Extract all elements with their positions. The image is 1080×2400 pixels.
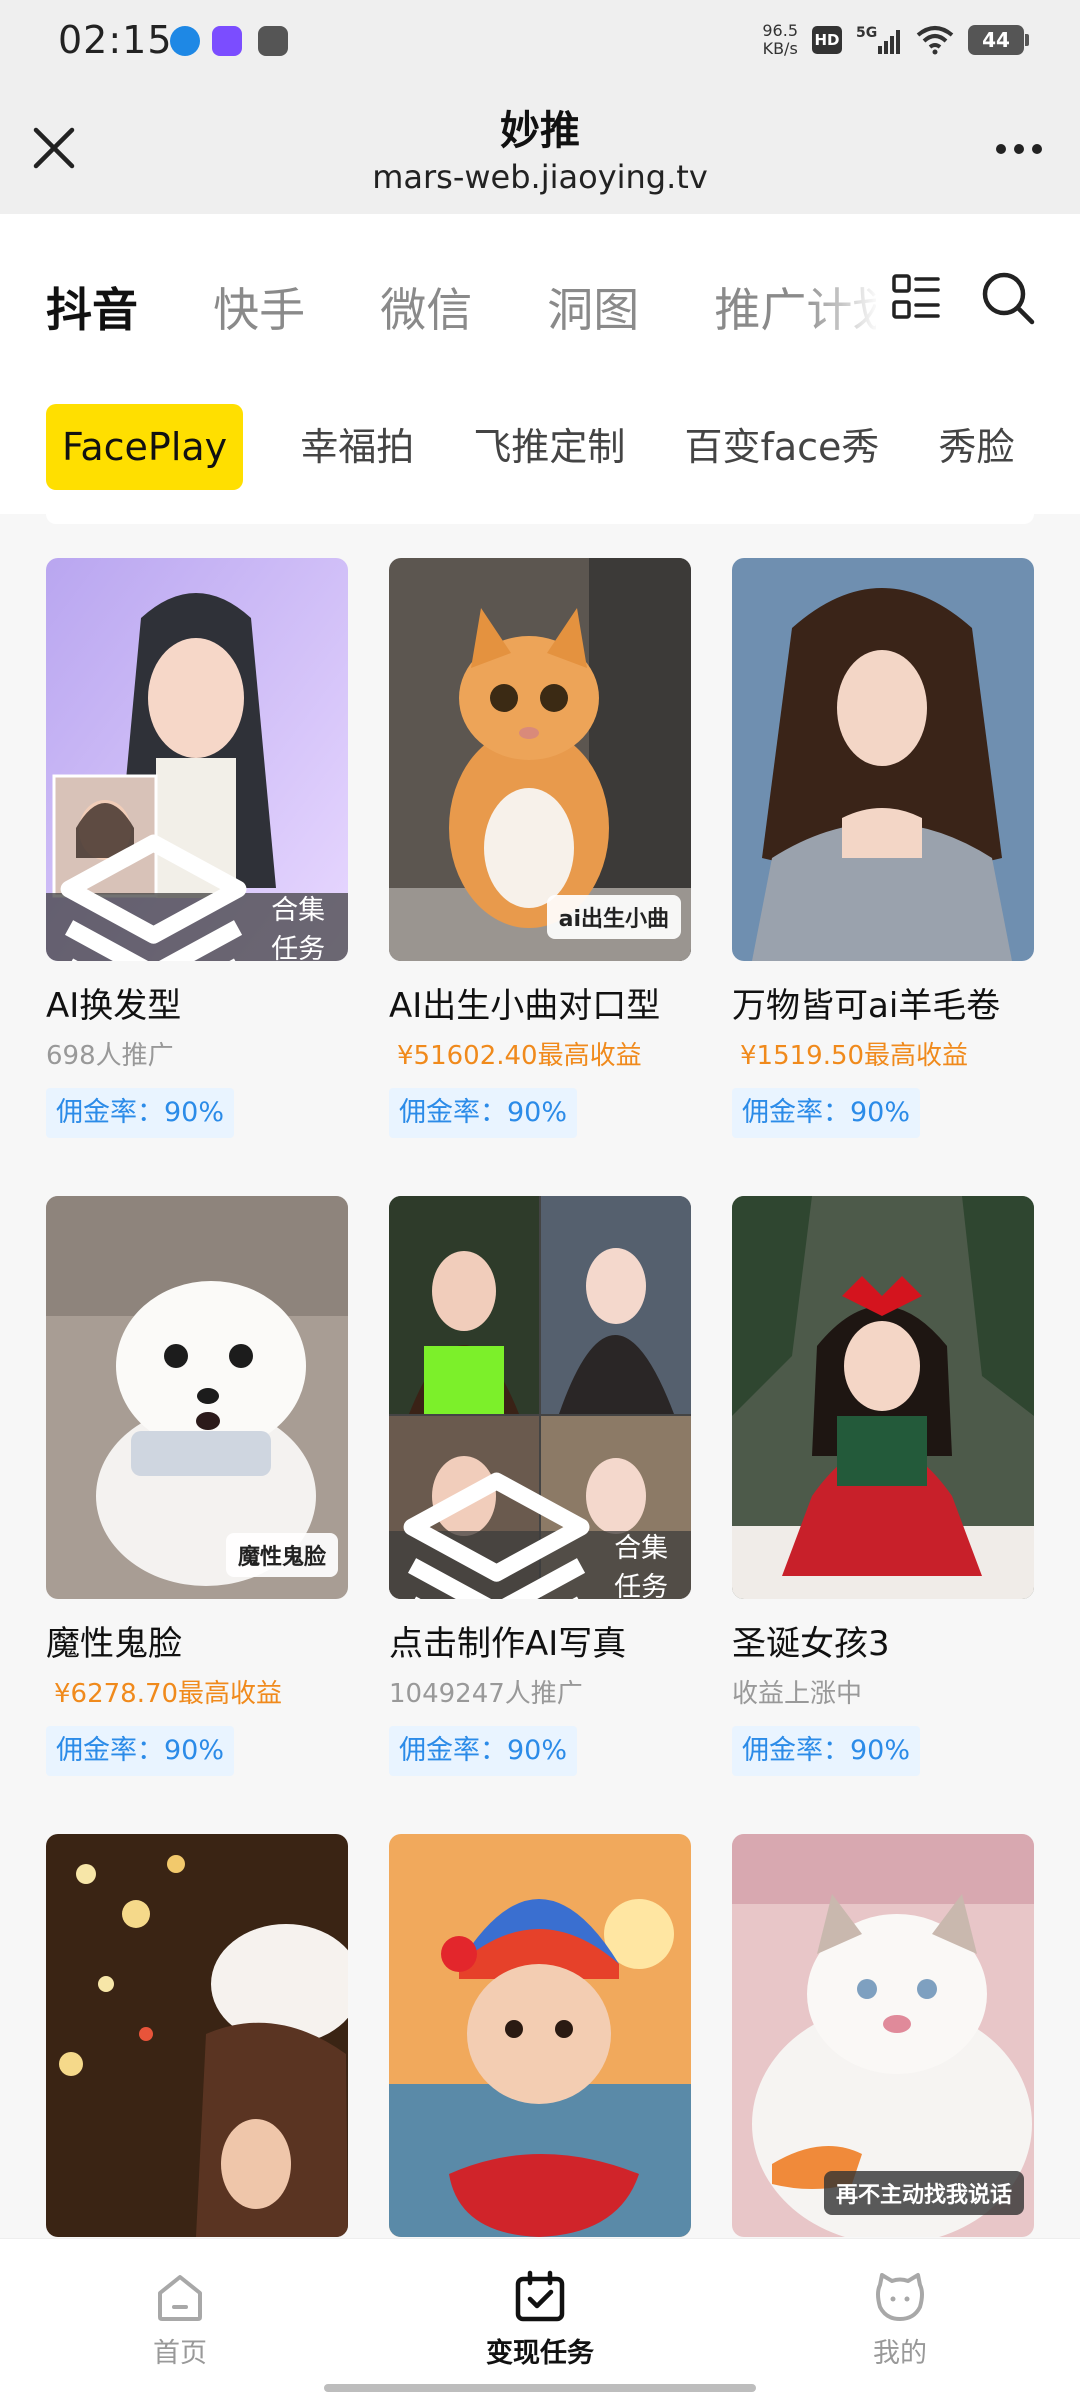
card-image: 再不主动找我说话 xyxy=(732,1834,1034,2237)
card-max-earning: ¥51602.40最高收益 xyxy=(397,1041,642,1071)
tab-dongtu[interactable]: 洞图 xyxy=(547,274,639,340)
tab-douyin[interactable]: 抖音 xyxy=(46,274,138,340)
search-icon[interactable] xyxy=(978,268,1038,328)
collection-label: 合集任务 xyxy=(271,895,326,961)
layers-icon xyxy=(403,1472,590,1599)
card-promoters: 698人推广 xyxy=(46,1041,174,1071)
card-title: AI换发型 xyxy=(46,986,182,1026)
card-status: 收益上涨中 xyxy=(732,1679,863,1709)
net-speed-unit: KB/s xyxy=(762,39,798,58)
home-icon xyxy=(158,2275,202,2321)
task-card[interactable]: ai出生小曲 AI出生小曲对口型 ¥51602.40最高收益 佣金率：90% xyxy=(389,558,691,1196)
platform-tabs: 抖音 快手 微信 洞图 推广计划 xyxy=(46,274,876,354)
chip-baibian-face[interactable]: 百变face秀 xyxy=(667,404,898,490)
status-bar: 02:15 96.5 KB/s HD 5G 44 xyxy=(0,0,1080,84)
commission-rate-tag: 佣金率：90% xyxy=(46,1726,235,1776)
commission-rate-tag: 佣金率：90% xyxy=(389,1726,578,1776)
task-card[interactable]: 再不主动找我说话 xyxy=(732,1834,1034,2238)
status-right: 96.5 KB/s HD 5G 44 xyxy=(762,22,1029,58)
nav-tasks-label: 变现任务 xyxy=(486,2338,594,2369)
card-title: 万物皆可ai羊毛卷 xyxy=(732,986,1001,1026)
card-image-badge: ai出生小曲 xyxy=(546,895,681,939)
task-card[interactable]: 万物皆可ai羊毛卷 ¥1519.50最高收益 佣金率：90% xyxy=(732,558,1034,1196)
commission-rate-tag: 佣金率：90% xyxy=(732,1726,921,1776)
commission-rate-tag: 佣金率：90% xyxy=(732,1088,921,1138)
battery-icon: 44 xyxy=(968,25,1029,55)
grid-top-edge xyxy=(46,514,1034,524)
chip-xiulian[interactable]: 秀脸 xyxy=(921,404,1033,490)
card-image: 合集任务 xyxy=(46,558,348,961)
task-grid-scroll[interactable]: 合集任务 AI换发型 698人推广 佣金率：90% ai出生小曲 AI出生小曲对… xyxy=(0,514,1080,2238)
task-card[interactable] xyxy=(389,1834,691,2238)
chip-xingfupai[interactable]: 幸福拍 xyxy=(282,404,432,490)
task-card[interactable]: 圣诞女孩3 收益上涨中 佣金率：90% xyxy=(732,1196,1034,1834)
calendar-check-icon xyxy=(515,2270,565,2322)
card-image xyxy=(732,1196,1034,1599)
nav-mine-label: 我的 xyxy=(873,2338,927,2369)
more-icon[interactable] xyxy=(984,124,1054,174)
card-title: AI出生小曲对口型 xyxy=(389,986,661,1026)
wifi-icon xyxy=(916,26,954,55)
collection-bar: 合集任务 xyxy=(389,1472,691,1599)
tab-fade xyxy=(800,254,880,354)
task-grid: 合集任务 AI换发型 698人推广 佣金率：90% ai出生小曲 AI出生小曲对… xyxy=(46,558,1036,2238)
signal-icon: 5G xyxy=(856,25,900,54)
tab-kuaishou[interactable]: 快手 xyxy=(213,274,305,340)
card-image xyxy=(46,1834,348,2237)
app-notification-icon xyxy=(258,26,288,56)
app-notification-icon xyxy=(212,26,242,56)
card-title: 点击制作AI写真 xyxy=(389,1624,627,1664)
profile-cat-icon xyxy=(876,2273,924,2321)
nav-home[interactable]: 首页 xyxy=(80,2267,280,2370)
collection-label: 合集任务 xyxy=(614,1533,669,1599)
card-image xyxy=(732,558,1034,961)
task-card[interactable]: 魔性鬼脸 魔性鬼脸 ¥6278.70最高收益 佣金率：90% xyxy=(46,1196,348,1834)
title-bar: 妙推 mars-web.jiaoying.tv xyxy=(0,84,1080,214)
chip-feitui[interactable]: 飞推定制 xyxy=(455,404,643,490)
card-image-badge: 再不主动找我说话 xyxy=(823,2171,1024,2215)
collection-bar: 合集任务 xyxy=(46,834,348,961)
chip-faceplay[interactable]: FacePlay xyxy=(46,404,244,490)
nav-home-label: 首页 xyxy=(153,2338,207,2369)
nav-tasks[interactable]: 变现任务 xyxy=(440,2267,640,2370)
card-max-earning: ¥1519.50最高收益 xyxy=(740,1041,969,1071)
net-speed: 96.5 KB/s xyxy=(762,22,798,58)
card-promoters: 1049247人推广 xyxy=(389,1679,583,1709)
task-card[interactable] xyxy=(46,1834,348,2238)
card-max-earning: ¥6278.70最高收益 xyxy=(54,1679,283,1709)
bottom-nav: 首页 变现任务 我的 xyxy=(0,2238,1080,2400)
page-title: 妙推 xyxy=(500,108,580,154)
signal-label: 5G xyxy=(856,25,877,41)
app-notification-icon xyxy=(170,26,200,56)
status-time: 02:15 xyxy=(58,18,173,62)
hd-icon: HD xyxy=(812,26,842,54)
home-indicator[interactable] xyxy=(324,2384,756,2392)
card-title: 圣诞女孩3 xyxy=(732,1624,890,1664)
layers-icon xyxy=(60,834,247,961)
card-title: 魔性鬼脸 xyxy=(46,1624,182,1664)
commission-rate-tag: 佣金率：90% xyxy=(46,1088,235,1138)
tab-weixin[interactable]: 微信 xyxy=(380,274,472,340)
commission-rate-tag: 佣金率：90% xyxy=(389,1088,578,1138)
app-chip-bar: FacePlay 幸福拍 飞推定制 百变face秀 秀脸 xyxy=(0,364,1080,514)
card-image: 魔性鬼脸 xyxy=(46,1196,348,1599)
task-card[interactable]: 合集任务 点击制作AI写真 1049247人推广 佣金率：90% xyxy=(389,1196,691,1834)
card-image: 合集任务 xyxy=(389,1196,691,1599)
app-chips: FacePlay 幸福拍 飞推定制 百变face秀 秀脸 xyxy=(46,404,1080,494)
page-url: mars-web.jiaoying.tv xyxy=(372,158,708,196)
card-image xyxy=(389,1834,691,2237)
card-image-badge: 魔性鬼脸 xyxy=(225,1533,338,1577)
category-menu-icon[interactable] xyxy=(888,270,944,326)
platform-tab-bar: 抖音 快手 微信 洞图 推广计划 xyxy=(0,214,1080,364)
net-speed-value: 96.5 xyxy=(762,21,798,40)
nav-mine[interactable]: 我的 xyxy=(800,2267,1000,2370)
task-card[interactable]: 合集任务 AI换发型 698人推广 佣金率：90% xyxy=(46,558,348,1196)
card-image: ai出生小曲 xyxy=(389,558,691,961)
